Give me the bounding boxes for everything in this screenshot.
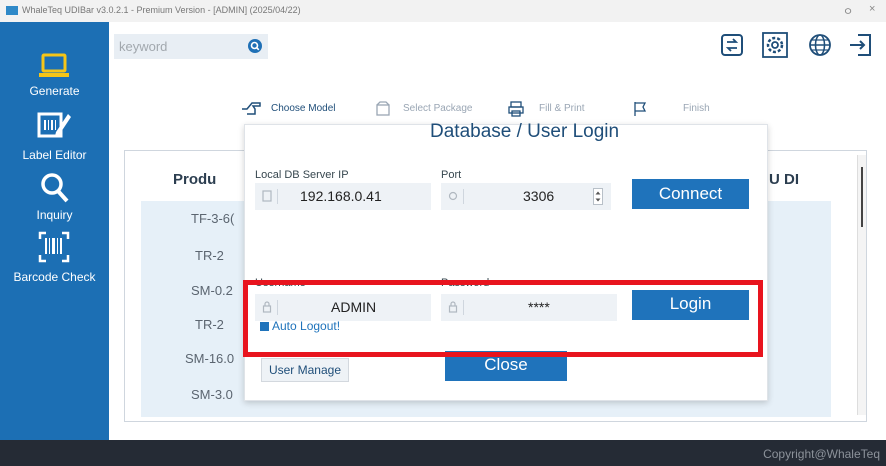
db-server-ip-value: 192.168.0.41 [300,188,382,204]
gear-icon[interactable] [760,30,790,60]
monitor-icon [39,53,69,77]
app-logo-icon [6,6,18,15]
database-login-dialog: Database / User Login Local DB Server IP… [244,121,768,401]
field-divider [463,189,464,204]
table-row[interactable]: SM-3.0 [191,387,233,402]
label-edit-icon [37,112,71,138]
title-bar: WhaleTeq UDIBar v3.0.2.1 - Premium Versi… [0,0,886,22]
step-choose-model[interactable]: Choose Model [271,103,335,114]
table-scrollbar[interactable] [857,155,866,415]
sidebar-item-generate[interactable]: Generate [0,48,109,98]
table-row[interactable]: TR-2 [195,317,224,332]
copyright-text: Copyright@WhaleTeq [763,447,880,461]
flag-icon [634,102,647,116]
close-window-icon[interactable]: × [869,3,875,15]
table-row[interactable]: SM-0.2 [191,283,233,298]
scrollbar-thumb[interactable] [861,167,863,227]
sidebar-item-label: Barcode Check [13,270,96,284]
pointing-hand-icon [242,102,261,115]
spinner-arrows-icon[interactable] [593,188,603,205]
printer-icon [508,101,524,117]
search-icon[interactable] [248,39,262,53]
port-label: Port [441,169,462,181]
db-server-ip-field[interactable]: 192.168.0.41 [255,183,431,210]
window-title: WhaleTeq UDIBar v3.0.2.1 - Premium Versi… [22,5,301,15]
column-header-product[interactable]: Produ [173,171,216,188]
minimize-icon[interactable]: ㅇ [843,3,853,19]
field-divider [277,189,278,204]
step-select-package[interactable]: Select Package [403,103,473,114]
server-icon [262,190,272,202]
package-icon [376,101,390,116]
sidebar-item-label-editor[interactable]: Label Editor [0,108,109,162]
dialog-title: Database / User Login [430,121,620,142]
port-icon [448,191,458,201]
port-value: 3306 [523,188,555,204]
column-header-udi[interactable]: U DI [769,171,799,188]
sidebar-item-label: Label Editor [22,148,87,162]
step-finish[interactable]: Finish [683,103,710,114]
barcode-scan-icon [38,231,70,263]
table-row[interactable]: SM-16.0 [185,351,234,366]
sidebar-item-inquiry[interactable]: Inquiry [0,172,109,224]
sidebar-item-label: Generate [29,84,80,98]
step-fill-print[interactable]: Fill & Print [539,103,585,114]
port-stepper[interactable]: 3306 [441,183,611,210]
table-row[interactable]: TF-3-6( [191,211,234,226]
footer: Copyright@WhaleTeq [0,440,886,466]
user-manage-button[interactable]: User Manage [261,358,349,382]
db-server-ip-label: Local DB Server IP [255,169,349,181]
search-input[interactable]: keyword [114,34,268,59]
globe-icon[interactable] [805,30,835,60]
logout-icon[interactable] [846,30,876,60]
sidebar-item-barcode-check[interactable]: Barcode Check [0,230,109,286]
connect-button[interactable]: Connect [632,179,749,209]
highlight-box [243,280,763,357]
table-row[interactable]: TR-2 [195,248,224,263]
sidebar-item-label: Inquiry [36,208,73,222]
magnifier-icon [41,173,69,203]
data-transfer-icon[interactable] [717,30,747,60]
search-placeholder: keyword [119,39,168,54]
